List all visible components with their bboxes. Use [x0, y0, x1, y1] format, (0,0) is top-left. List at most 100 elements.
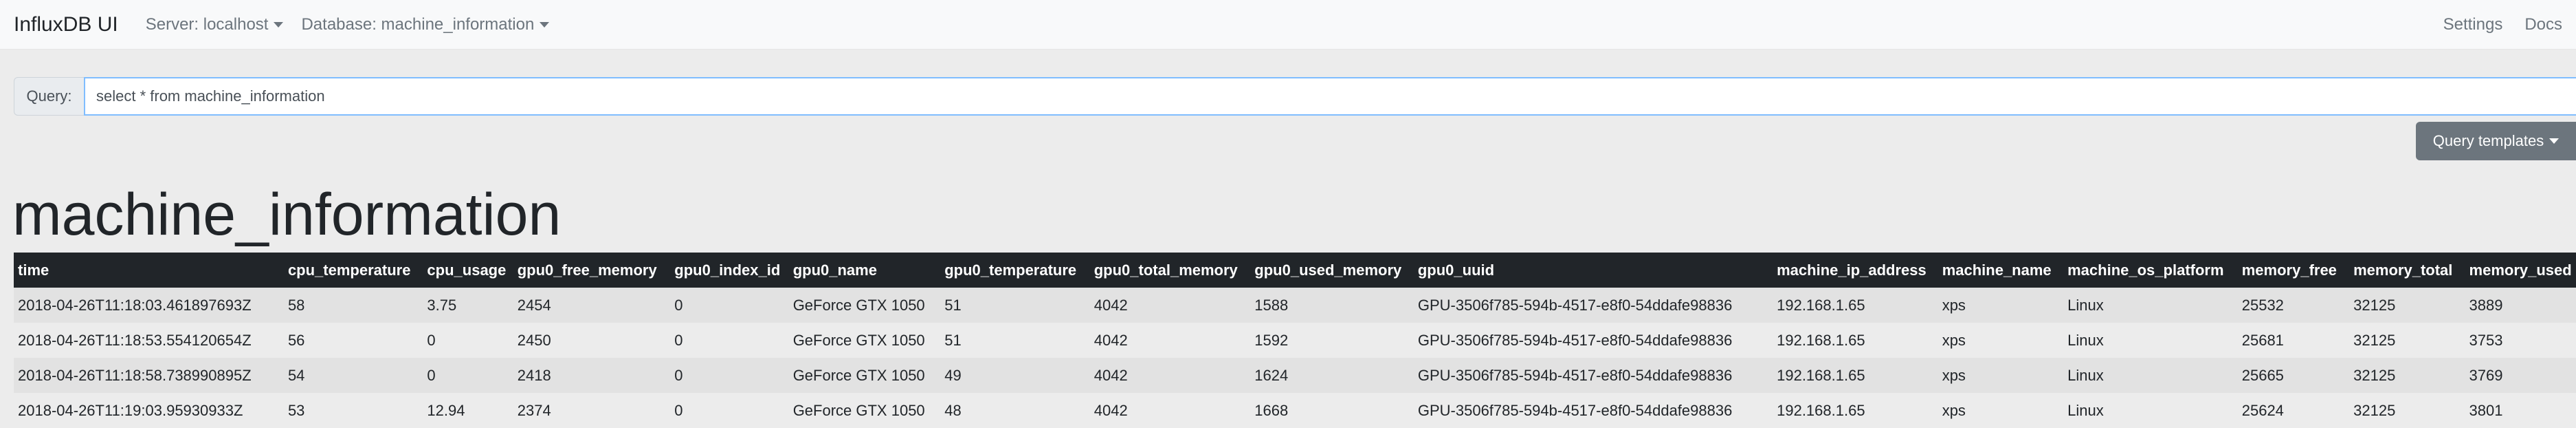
column-header: gpu0_free_memory — [513, 253, 671, 288]
table-cell: Linux — [2063, 288, 2238, 323]
table-cell: 192.168.1.65 — [1773, 288, 1938, 323]
results-table: time cpu_temperature cpu_usage gpu0_free… — [14, 253, 2576, 428]
table-cell: GeForce GTX 1050 — [788, 288, 941, 323]
column-header: gpu0_uuid — [1413, 253, 1773, 288]
table-cell: 4042 — [1089, 323, 1251, 358]
table-cell: 2374 — [513, 393, 671, 428]
table-cell: 192.168.1.65 — [1773, 323, 1938, 358]
query-templates-button[interactable]: Query templates — [2416, 122, 2576, 160]
query-input[interactable] — [84, 77, 2576, 116]
column-header: memory_used — [2465, 253, 2576, 288]
chevron-down-icon — [274, 21, 284, 28]
table-cell: 49 — [940, 358, 1090, 393]
table-cell: Linux — [2063, 323, 2238, 358]
table-cell: GPU-3506f785-594b-4517-e8f0-54ddafe98836 — [1413, 393, 1773, 428]
query-templates-label: Query templates — [2432, 132, 2544, 149]
table-row: 2018-04-26T11:18:03.461897693Z 58 3.75 2… — [14, 288, 2576, 323]
table-cell: 25532 — [2237, 288, 2350, 323]
column-header: memory_total — [2349, 253, 2465, 288]
table-cell: 51 — [940, 288, 1090, 323]
table-header-row: time cpu_temperature cpu_usage gpu0_free… — [14, 253, 2576, 288]
table-cell: 53 — [283, 393, 423, 428]
table-cell: GeForce GTX 1050 — [788, 393, 941, 428]
table-cell: 3.75 — [423, 288, 513, 323]
table-cell: 51 — [940, 323, 1090, 358]
column-header: cpu_temperature — [283, 253, 423, 288]
table-cell: 2018-04-26T11:18:03.461897693Z — [14, 288, 284, 323]
query-bar: Query: — [14, 77, 2576, 116]
column-header: gpu0_temperature — [940, 253, 1090, 288]
table-cell: GeForce GTX 1050 — [788, 323, 941, 358]
top-navbar: InfluxDB UI Server: localhost Database: … — [0, 0, 2576, 50]
table-cell: 32125 — [2349, 393, 2465, 428]
table-cell: 48 — [940, 393, 1090, 428]
table-cell: GPU-3506f785-594b-4517-e8f0-54ddafe98836 — [1413, 358, 1773, 393]
table-cell: Linux — [2063, 393, 2238, 428]
table-cell: 0 — [670, 358, 789, 393]
table-cell: 4042 — [1089, 393, 1251, 428]
table-cell: 12.94 — [423, 393, 513, 428]
table-cell: 3889 — [2465, 288, 2576, 323]
table-cell: 0 — [670, 323, 789, 358]
column-header: memory_free — [2237, 253, 2350, 288]
table-cell: xps — [1937, 323, 2064, 358]
table-row: 2018-04-26T11:19:03.95930933Z 53 12.94 2… — [14, 393, 2576, 428]
settings-link[interactable]: Settings — [2443, 15, 2503, 34]
table-row: 2018-04-26T11:18:58.738990895Z 54 0 2418… — [14, 358, 2576, 393]
table-cell: xps — [1937, 288, 2064, 323]
table-cell: 58 — [283, 288, 423, 323]
column-header: machine_os_platform — [2063, 253, 2238, 288]
table-row: 2018-04-26T11:18:53.554120654Z 56 0 2450… — [14, 323, 2576, 358]
column-header: gpu0_index_id — [670, 253, 789, 288]
table-cell: Linux — [2063, 358, 2238, 393]
table-cell: 192.168.1.65 — [1773, 393, 1938, 428]
table-cell: GeForce GTX 1050 — [788, 358, 941, 393]
table-cell: 3801 — [2465, 393, 2576, 428]
column-header: cpu_usage — [423, 253, 513, 288]
table-cell: 25624 — [2237, 393, 2350, 428]
table-cell: 32125 — [2349, 323, 2465, 358]
table-cell: 2018-04-26T11:18:58.738990895Z — [14, 358, 284, 393]
table-cell: 56 — [283, 323, 423, 358]
table-cell: 3769 — [2465, 358, 2576, 393]
column-header: time — [14, 253, 284, 288]
column-header: machine_name — [1937, 253, 2064, 288]
table-cell: 1592 — [1250, 323, 1414, 358]
measurement-title: machine_information — [12, 182, 562, 248]
table-cell: 2018-04-26T11:18:53.554120654Z — [14, 323, 284, 358]
table-cell: 2418 — [513, 358, 671, 393]
table-cell: 54 — [283, 358, 423, 393]
table-cell: 2450 — [513, 323, 671, 358]
table-cell: 2018-04-26T11:19:03.95930933Z — [14, 393, 284, 428]
column-header: machine_ip_address — [1773, 253, 1938, 288]
server-dropdown-label: Server: localhost — [145, 14, 269, 34]
table-cell: 32125 — [2349, 358, 2465, 393]
database-dropdown-label: Database: machine_information — [301, 14, 535, 34]
column-header: gpu0_name — [788, 253, 941, 288]
table-cell: 25681 — [2237, 323, 2350, 358]
app-brand[interactable]: InfluxDB UI — [14, 13, 118, 36]
table-cell: 25665 — [2237, 358, 2350, 393]
table-cell: 1668 — [1250, 393, 1414, 428]
table-cell: 192.168.1.65 — [1773, 358, 1938, 393]
table-cell: 32125 — [2349, 288, 2465, 323]
table-cell: xps — [1937, 358, 2064, 393]
table-cell: 4042 — [1089, 358, 1251, 393]
chevron-down-icon — [540, 21, 550, 28]
docs-link[interactable]: Docs — [2524, 15, 2562, 34]
table-cell: 0 — [423, 358, 513, 393]
table-cell: 4042 — [1089, 288, 1251, 323]
table-cell: 1588 — [1250, 288, 1414, 323]
table-cell: 0 — [670, 393, 789, 428]
database-dropdown[interactable]: Database: machine_information — [301, 14, 550, 34]
table-cell: 1624 — [1250, 358, 1414, 393]
query-label: Query: — [14, 77, 84, 116]
table-cell: GPU-3506f785-594b-4517-e8f0-54ddafe98836 — [1413, 288, 1773, 323]
table-cell: GPU-3506f785-594b-4517-e8f0-54ddafe98836 — [1413, 323, 1773, 358]
table-cell: 0 — [423, 323, 513, 358]
column-header: gpu0_total_memory — [1089, 253, 1251, 288]
table-cell: 0 — [670, 288, 789, 323]
server-dropdown[interactable]: Server: localhost — [146, 15, 284, 34]
table-cell: xps — [1937, 393, 2064, 428]
table-cell: 3753 — [2465, 323, 2576, 358]
